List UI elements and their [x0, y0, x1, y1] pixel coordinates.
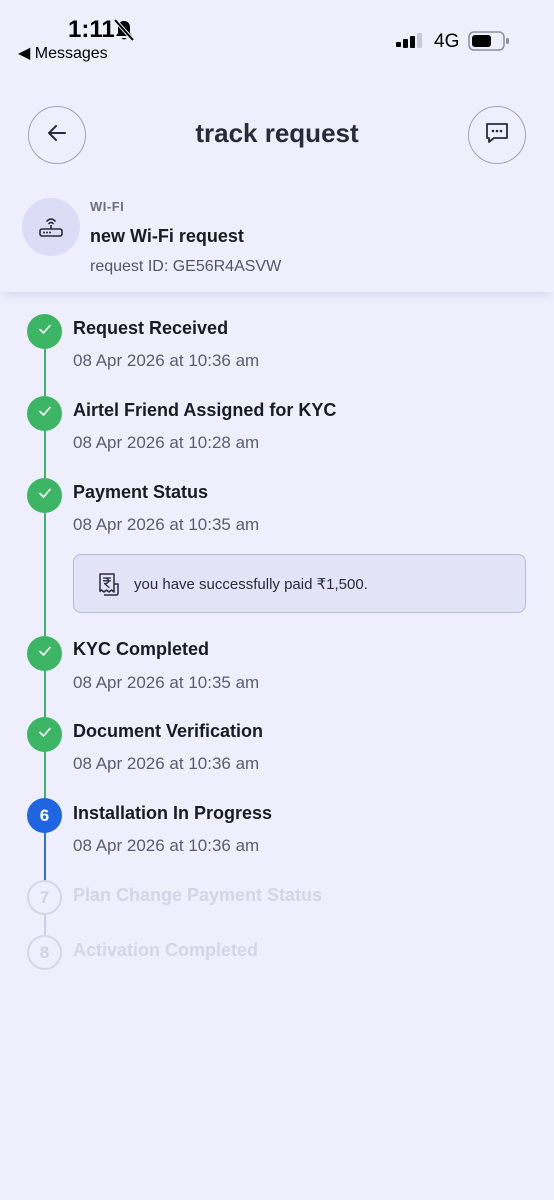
timeline-line-pending: [44, 912, 46, 936]
step-title: Activation Completed: [73, 940, 259, 960]
payment-confirmation: you have successfully paid ₹1,500.: [73, 554, 526, 613]
step-time: 08 Apr 2026 at 10:35 am: [73, 673, 260, 692]
status-time: 1:11: [68, 16, 115, 43]
step-time: 08 Apr 2026 at 10:36 am: [73, 754, 260, 773]
check-icon: [38, 322, 52, 341]
check-icon: [38, 725, 52, 744]
step-title: Plan Change Payment Status: [73, 885, 323, 905]
request-category: WI-FI: [90, 199, 125, 214]
signal-icon: [396, 33, 428, 56]
step-done-dot: [27, 314, 62, 349]
request-card: WI-FI new Wi-Fi request request ID: GE56…: [0, 186, 554, 292]
back-to-messages-link[interactable]: ◀ Messages: [18, 43, 108, 63]
chat-icon: [484, 120, 510, 151]
step-done-dot: [27, 636, 62, 671]
timeline-line-active: [44, 828, 46, 882]
request-id: request ID: GE56R4ASVW: [90, 258, 282, 275]
check-icon: [38, 644, 52, 663]
check-icon: [38, 404, 52, 423]
chat-button[interactable]: [468, 106, 526, 164]
payment-message: you have successfully paid ₹1,500.: [134, 576, 368, 593]
router-icon: [22, 198, 80, 256]
step-title: Installation In Progress: [73, 803, 273, 823]
bell-muted-icon: [113, 18, 135, 47]
battery-icon: [468, 31, 510, 56]
step-active-number: 6: [27, 798, 62, 833]
receipt-rupee-icon: [96, 571, 122, 602]
step-pending-number: 8: [27, 935, 62, 970]
network-type: 4G: [434, 31, 460, 52]
step-time: 08 Apr 2026 at 10:28 am: [73, 433, 260, 452]
step-pending-number: 7: [27, 880, 62, 915]
status-bar: 1:11 ◀ Messages 4G: [0, 0, 554, 70]
step-title: Payment Status: [73, 482, 209, 502]
step-time: 08 Apr 2026 at 10:36 am: [73, 836, 260, 855]
step-title: Request Received: [73, 318, 229, 338]
step-title: Document Verification: [73, 721, 264, 741]
step-title: Airtel Friend Assigned for KYC: [73, 400, 337, 420]
step-time: 08 Apr 2026 at 10:36 am: [73, 351, 260, 370]
step-done-dot: [27, 478, 62, 513]
step-time: 08 Apr 2026 at 10:35 am: [73, 515, 260, 534]
step-title: KYC Completed: [73, 639, 210, 659]
request-name: new Wi-Fi request: [90, 226, 244, 246]
check-icon: [38, 486, 52, 505]
step-done-dot: [27, 717, 62, 752]
step-done-dot: [27, 396, 62, 431]
